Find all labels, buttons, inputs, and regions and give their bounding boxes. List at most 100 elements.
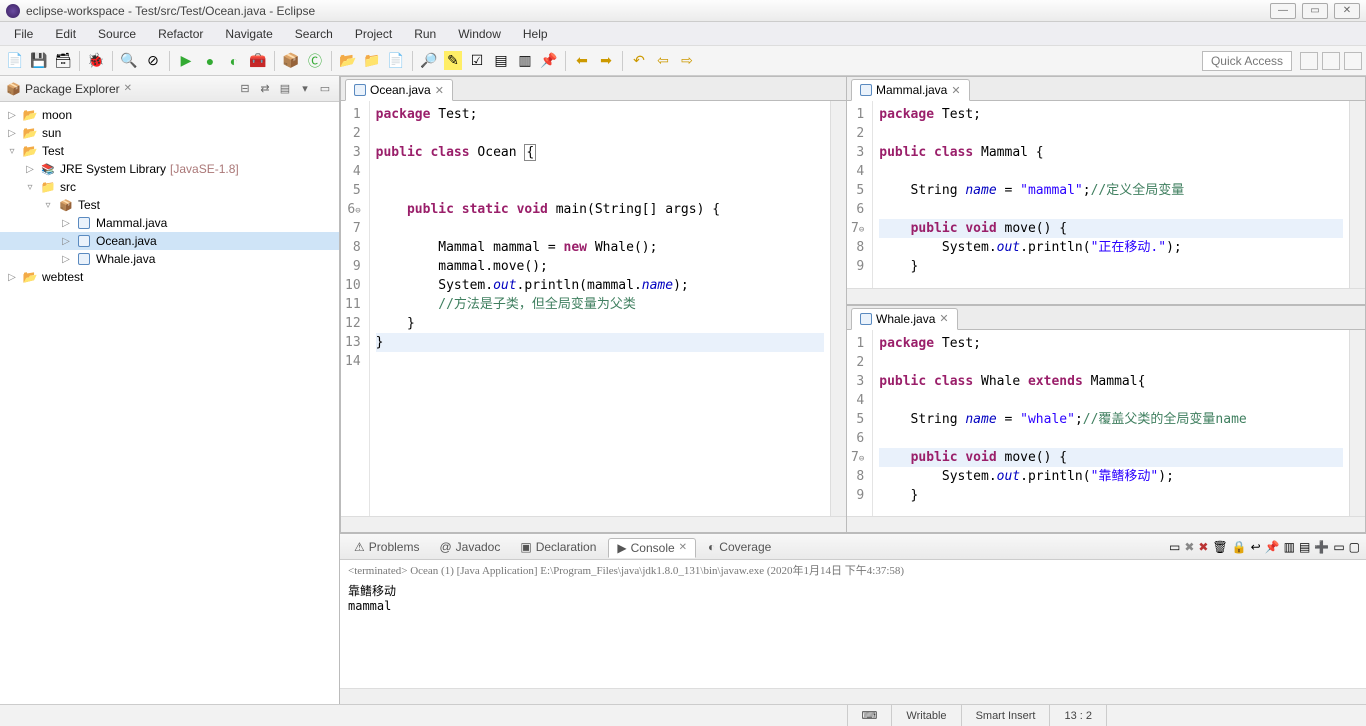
pin-console-icon[interactable]: 📌	[1265, 540, 1280, 554]
maximize-button[interactable]: ▭	[1302, 3, 1328, 19]
twist-icon[interactable]: ▷	[6, 272, 18, 283]
maximize-icon[interactable]: ▢	[1349, 540, 1360, 554]
bottom-tab-javadoc[interactable]: @Javadoc	[431, 538, 508, 556]
bottom-tab-console[interactable]: ▶Console ✕	[608, 538, 696, 558]
twist-icon[interactable]: ▿	[42, 200, 54, 211]
run-button[interactable]: ●	[199, 50, 221, 72]
terminate-all-icon[interactable]: ✖	[1198, 540, 1208, 554]
history-fwd-button[interactable]: ⇨	[676, 50, 698, 72]
code-area-whale[interactable]: 1234567⊖89package Test; public class Wha…	[847, 330, 1349, 517]
tab-ocean[interactable]: Ocean.java ✕	[345, 79, 453, 101]
new-button[interactable]: 📄	[4, 50, 26, 72]
package-tree[interactable]: ▷moon▷sun▿Test▷JRE System Library [JavaS…	[0, 102, 339, 290]
menu-run[interactable]: Run	[404, 24, 446, 44]
twist-icon[interactable]: ▿	[6, 146, 18, 157]
new-class-button[interactable]: Ⓒ	[304, 50, 326, 72]
code-area-ocean[interactable]: 123456⊖7891011121314package Test; public…	[341, 101, 830, 516]
tree-item[interactable]: ▿Test	[0, 196, 339, 214]
twist-icon[interactable]: ▷	[60, 236, 72, 247]
vertical-scrollbar[interactable]	[1349, 330, 1365, 517]
horizontal-scrollbar[interactable]	[847, 516, 1365, 532]
history-back-button[interactable]: ⇦	[652, 50, 674, 72]
twist-icon[interactable]: ▷	[60, 218, 72, 229]
menu-window[interactable]: Window	[448, 24, 511, 44]
close-icon[interactable]: ✕	[679, 542, 687, 553]
tree-item[interactable]: ▷Ocean.java	[0, 232, 339, 250]
scroll-lock-icon[interactable]: 🔒	[1232, 540, 1247, 554]
wrap-icon[interactable]: ↩	[1251, 540, 1261, 554]
console-output[interactable]: 靠鳍移动mammal	[340, 578, 1366, 688]
close-icon[interactable]: ✕	[435, 84, 444, 97]
twist-icon[interactable]: ▿	[24, 182, 36, 193]
horizontal-scrollbar[interactable]	[341, 516, 846, 532]
new-package-button[interactable]: 📦	[280, 50, 302, 72]
tasks-button[interactable]: ▥	[514, 50, 536, 72]
quick-access-input[interactable]: Quick Access	[1202, 51, 1292, 71]
open-project-button[interactable]: 📂	[337, 50, 359, 72]
code-area-mammal[interactable]: 1234567⊖89package Test; public class Mam…	[847, 101, 1349, 288]
resume-button[interactable]: ▶	[175, 50, 197, 72]
menu-file[interactable]: File	[4, 24, 43, 44]
clear-console-icon[interactable]: 🗑	[1212, 540, 1227, 554]
menu-edit[interactable]: Edit	[45, 24, 86, 44]
tree-item[interactable]: ▷Mammal.java	[0, 214, 339, 232]
remove-all-icon[interactable]: ✖	[1184, 540, 1194, 554]
twist-icon[interactable]: ▷	[6, 128, 18, 139]
perspective-java-icon[interactable]	[1300, 52, 1318, 70]
tree-item[interactable]: ▿src	[0, 178, 339, 196]
close-button[interactable]: ✕	[1334, 3, 1360, 19]
twist-icon[interactable]: ▷	[24, 164, 36, 175]
pin-button[interactable]: 📌	[538, 50, 560, 72]
close-icon[interactable]: ✕	[951, 84, 960, 97]
save-all-button[interactable]: 🗃	[52, 50, 74, 72]
menu-search[interactable]: Search	[285, 24, 343, 44]
tree-item[interactable]: ▷JRE System Library [JavaSE-1.8]	[0, 160, 339, 178]
tree-item[interactable]: ▷webtest	[0, 268, 339, 286]
open-file-button[interactable]: 📄	[385, 50, 407, 72]
twist-icon[interactable]: ▷	[60, 254, 72, 265]
horizontal-scrollbar[interactable]	[847, 288, 1365, 304]
bookmark-button[interactable]: ▤	[490, 50, 512, 72]
tab-whale[interactable]: Whale.java ✕	[851, 308, 958, 330]
perspective-debug-icon[interactable]	[1322, 52, 1340, 70]
close-icon[interactable]: ✕	[939, 312, 948, 325]
bottom-tab-declaration[interactable]: ▣Declaration	[512, 538, 604, 556]
forward-button[interactable]: ➡	[595, 50, 617, 72]
minimize-view-icon[interactable]: ▭	[317, 81, 333, 97]
tree-item[interactable]: ▷sun	[0, 124, 339, 142]
toggle-mark-button[interactable]: ✎	[442, 50, 464, 72]
new-console-icon[interactable]: ➕	[1314, 540, 1329, 554]
menu-project[interactable]: Project	[345, 24, 402, 44]
search-button[interactable]: 🔎	[418, 50, 440, 72]
skip-breakpoints-button[interactable]: ⊘	[142, 50, 164, 72]
bottom-tab-coverage[interactable]: ◐Coverage	[700, 538, 779, 556]
external-tools-button[interactable]: 🧰	[247, 50, 269, 72]
last-edit-button[interactable]: ↶	[628, 50, 650, 72]
annotation-button[interactable]: ☑	[466, 50, 488, 72]
link-editor-icon[interactable]: ⇄	[257, 81, 273, 97]
tree-item[interactable]: ▿Test	[0, 142, 339, 160]
collapse-all-icon[interactable]: ⊟	[237, 81, 253, 97]
twist-icon[interactable]: ▷	[6, 110, 18, 121]
open-console-icon[interactable]: ▤	[1299, 540, 1310, 554]
perspective-other-icon[interactable]	[1344, 52, 1362, 70]
close-view-icon[interactable]: ✕	[124, 83, 132, 94]
minimize-icon[interactable]: ▭	[1333, 540, 1344, 554]
menu-navigate[interactable]: Navigate	[215, 24, 282, 44]
remove-launch-icon[interactable]: ▭	[1169, 540, 1180, 554]
display-selected-icon[interactable]: ▥	[1284, 540, 1295, 554]
tree-item[interactable]: ▷Whale.java	[0, 250, 339, 268]
vertical-scrollbar[interactable]	[830, 101, 846, 516]
menu-refactor[interactable]: Refactor	[148, 24, 213, 44]
filter-icon[interactable]: ▤	[277, 81, 293, 97]
bottom-tab-problems[interactable]: ⚠Problems	[346, 538, 427, 556]
menu-help[interactable]: Help	[513, 24, 558, 44]
coverage-button[interactable]: ◐	[223, 50, 245, 72]
back-button[interactable]: ⬅	[571, 50, 593, 72]
save-button[interactable]: 💾	[28, 50, 50, 72]
console-scrollbar[interactable]	[340, 688, 1366, 704]
menu-source[interactable]: Source	[88, 24, 146, 44]
tab-mammal[interactable]: Mammal.java ✕	[851, 79, 970, 101]
open-type-button[interactable]: 🔍	[118, 50, 140, 72]
vertical-scrollbar[interactable]	[1349, 101, 1365, 288]
